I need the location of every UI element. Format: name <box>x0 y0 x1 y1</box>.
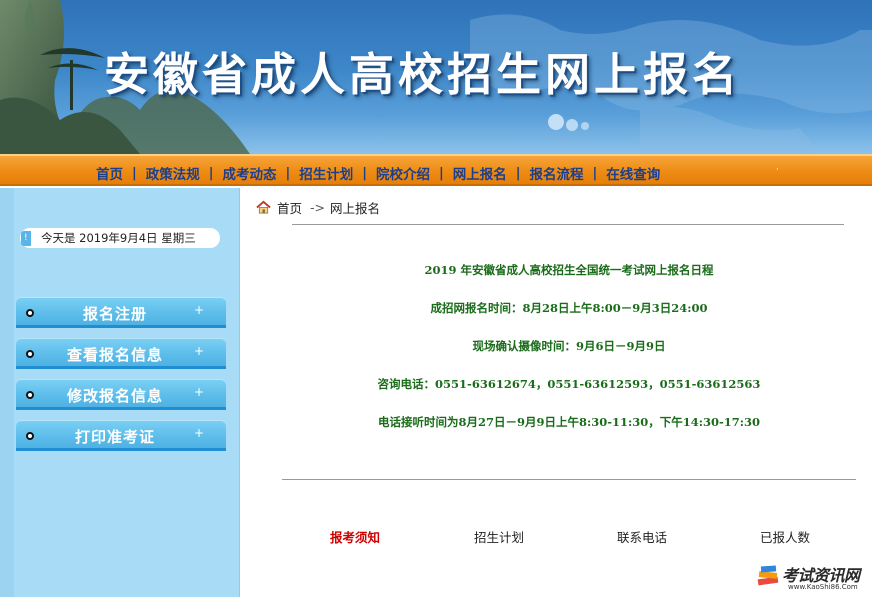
notice-line-phone: 咨询电话：0551-63612674，0551-63612593，0551-63… <box>377 377 761 391</box>
breadcrumb: 首页 -> 网上报名 <box>256 198 380 217</box>
menu-button-label: 报名注册 <box>82 305 147 323</box>
breadcrumb-current: 网上报名 <box>330 201 381 216</box>
breadcrumb-home[interactable]: 首页 <box>277 198 302 217</box>
nav-separator: | <box>362 165 367 181</box>
expand-icon: + <box>194 344 205 358</box>
expand-icon: + <box>194 426 205 440</box>
site-title: 安徽省成人高校招生网上报名 <box>104 48 742 101</box>
logo-url: www.KaoShi86.Com <box>788 583 858 591</box>
sidebar: 今天是 2019年9月4日 星期三 报名注册 + 查看报名信息 + 修改报名信息… <box>0 188 240 597</box>
notice-line-registration-time: 成招网报名时间：8月28日上午8:00－9月3日24:00 <box>430 301 708 315</box>
header-banner: 安徽省成人高校招生网上报名 <box>0 0 872 154</box>
nav-item-online-registration[interactable]: 网上报名 <box>453 163 507 183</box>
menu-button-label: 打印准考证 <box>74 428 155 446</box>
nav-separator: | <box>132 165 137 181</box>
date-flag-icon <box>21 229 31 248</box>
breadcrumb-arrow: -> <box>310 200 325 215</box>
menu-button-label: 修改报名信息 <box>66 387 163 405</box>
breadcrumb-divider <box>292 224 844 225</box>
menu-button-register[interactable]: 报名注册 + <box>16 297 226 328</box>
notice-line-confirmation-time: 现场确认摄像时间：9月6日－9月9日 <box>472 339 666 353</box>
nav-item-enrollment-plan[interactable]: 招生计划 <box>299 163 353 183</box>
menu-button-view-info[interactable]: 查看报名信息 + <box>16 338 226 369</box>
main-nav: 首页 | 政策法规 | 成考动态 | 招生计划 | 院校介绍 | 网上报名 | … <box>0 154 872 186</box>
notice-line-phone-hours: 电话接听时间为8月27日－9月9日上午8:30-11:30，下午14:30-17… <box>377 415 761 429</box>
nav-separator: | <box>439 165 444 181</box>
nav-trailing-mark: · <box>776 165 779 175</box>
nav-item-schools[interactable]: 院校介绍 <box>376 163 430 183</box>
nav-separator: | <box>592 165 598 181</box>
expand-icon: + <box>194 385 205 399</box>
date-display: 今天是 2019年9月4日 星期三 <box>20 228 220 248</box>
nav-item-news[interactable]: 成考动态 <box>223 163 277 183</box>
menu-button-label: 查看报名信息 <box>66 346 163 364</box>
nav-items: 首页 | 政策法规 | 成考动态 | 招生计划 | 院校介绍 | 网上报名 | … <box>96 163 660 184</box>
nav-item-registration-process[interactable]: 报名流程 <box>530 163 584 183</box>
nav-separator: | <box>208 165 214 181</box>
nav-item-online-query[interactable]: 在线查询 <box>606 163 660 183</box>
home-icon <box>256 200 271 214</box>
expand-icon: + <box>194 303 205 317</box>
nav-separator: | <box>285 165 291 181</box>
nav-item-policy[interactable]: 政策法规 <box>146 163 200 183</box>
link-exam-notice[interactable]: 报考须知 <box>330 527 380 546</box>
link-contact-phone[interactable]: 联系电话 <box>617 527 667 546</box>
nav-separator: | <box>515 165 521 181</box>
content-divider <box>282 479 856 480</box>
notice-title: 2019 年安徽省成人高校招生全国统一考试网上报名日程 <box>424 263 714 277</box>
date-text: 今天是 2019年9月4日 星期三 <box>41 231 196 245</box>
link-enrollment-plan[interactable]: 招生计划 <box>474 527 524 546</box>
books-icon <box>757 565 779 586</box>
nav-item-home[interactable]: 首页 <box>96 163 123 183</box>
watermark-logo: 考试资讯网 www.KaoShi86.Com <box>756 560 868 594</box>
menu-button-edit-info[interactable]: 修改报名信息 + <box>16 379 226 410</box>
sidebar-strip <box>0 188 14 597</box>
link-registered-count[interactable]: 已报人数 <box>760 527 810 546</box>
menu-button-print-ticket[interactable]: 打印准考证 + <box>16 420 226 451</box>
